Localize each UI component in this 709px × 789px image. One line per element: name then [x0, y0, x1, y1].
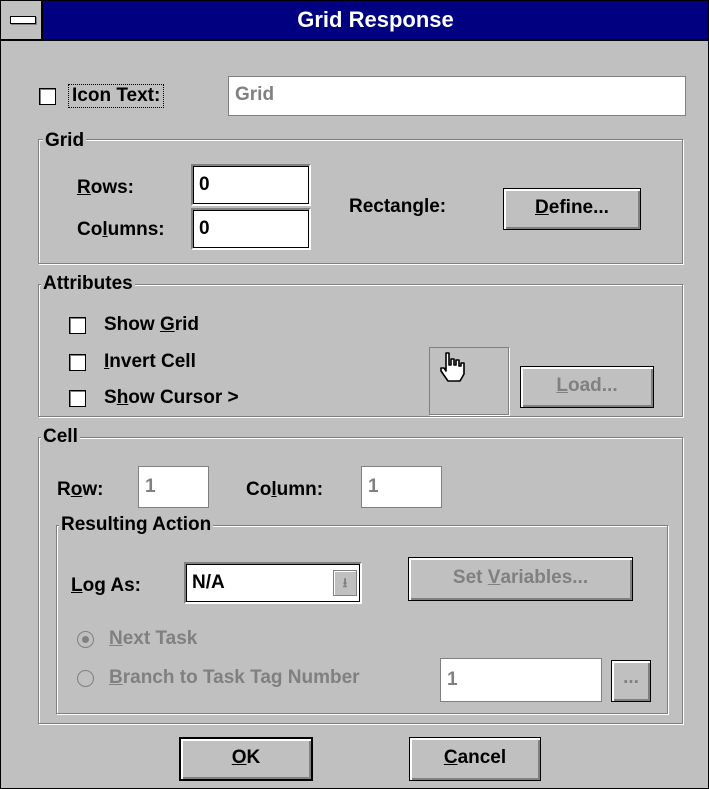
show-cursor-label: Show Cursor >: [104, 387, 239, 408]
hand-cursor-icon: [440, 352, 465, 382]
cancel-button[interactable]: Cancel: [409, 737, 541, 781]
system-menu-icon: [10, 16, 36, 24]
rectangle-label: Rectangle:: [349, 196, 447, 217]
column-input[interactable]: 1: [361, 466, 442, 508]
next-task-label: Next Task: [109, 628, 198, 649]
log-as-label: Log As:: [71, 575, 142, 596]
grid-group-title: Grid: [43, 130, 87, 152]
next-task-radio[interactable]: [77, 631, 94, 648]
define-button[interactable]: Define...: [503, 188, 641, 230]
title-bar: Grid Response: [1, 1, 708, 41]
icon-text-label: Icon Text:: [68, 84, 165, 108]
cursor-preview: [429, 347, 509, 415]
icon-text-input[interactable]: Grid: [228, 76, 686, 116]
rows-label: Rows:: [77, 177, 135, 198]
columns-input[interactable]: 0: [191, 208, 311, 250]
column-label: Column:: [246, 479, 324, 500]
set-variables-button[interactable]: Set Variables...: [408, 557, 633, 601]
dropdown-arrow-icon[interactable]: ⭳: [333, 570, 357, 596]
row-label: Row:: [57, 479, 104, 500]
attributes-group-title: Attributes: [41, 273, 135, 295]
window-title: Grid Response: [297, 7, 454, 32]
show-grid-checkbox[interactable]: [69, 317, 86, 334]
icon-text-checkbox[interactable]: [39, 88, 56, 105]
rows-input[interactable]: 0: [191, 164, 311, 206]
branch-tag-input[interactable]: 1: [440, 658, 602, 702]
ok-button[interactable]: OK: [179, 737, 313, 781]
log-as-select[interactable]: N/A ⭳: [184, 562, 362, 604]
log-as-value: N/A: [192, 572, 225, 593]
branch-label: Branch to Task Tag Number: [109, 667, 360, 688]
show-grid-label: Show Grid: [104, 314, 200, 335]
browse-button[interactable]: ...: [611, 660, 651, 702]
invert-cell-checkbox[interactable]: [69, 354, 86, 371]
row-input[interactable]: 1: [138, 466, 209, 508]
branch-radio[interactable]: [77, 670, 94, 687]
load-button[interactable]: Load...: [520, 366, 654, 408]
grid-response-dialog: Grid Response Icon Text: Grid Grid Rows:…: [0, 0, 709, 789]
system-menu-button[interactable]: [1, 1, 43, 39]
show-cursor-checkbox[interactable]: [69, 390, 86, 407]
resulting-action-title: Resulting Action: [59, 514, 214, 536]
columns-label: Columns:: [77, 219, 165, 240]
cell-group-title: Cell: [41, 426, 80, 448]
invert-cell-label: Invert Cell: [104, 351, 196, 372]
